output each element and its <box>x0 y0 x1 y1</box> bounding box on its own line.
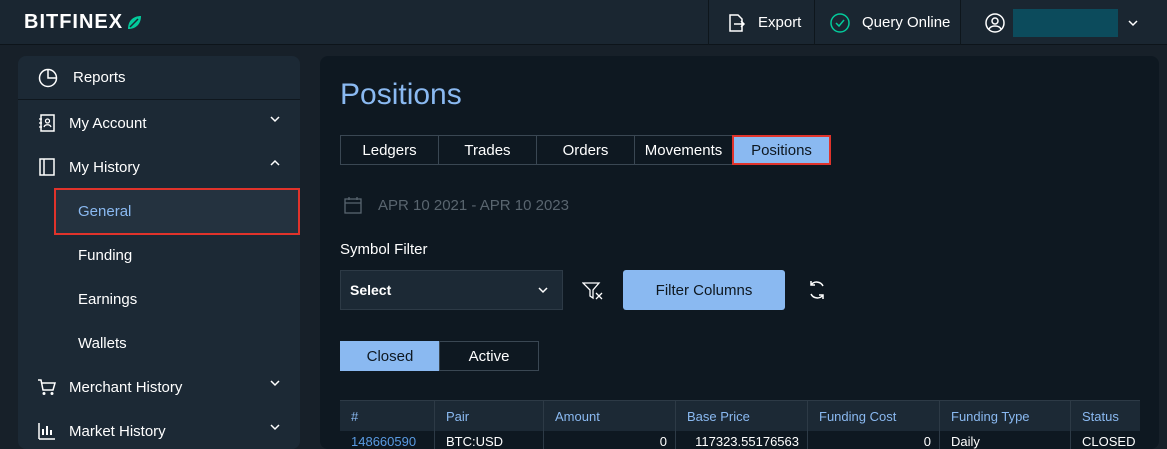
divider <box>960 0 961 45</box>
sidebar-item-label: My Account <box>69 114 147 132</box>
date-range-text: APR 10 2021 - APR 10 2023 <box>378 196 569 214</box>
column-header[interactable]: Pair <box>435 401 544 431</box>
pie-chart-icon <box>38 68 58 88</box>
report-tabs: Ledgers Trades Orders Movements Position… <box>340 135 831 165</box>
positions-table: # Pair Amount Base Price Funding Cost Fu… <box>340 400 1140 449</box>
table-cell: 0 <box>808 431 940 449</box>
sidebar-subitem-wallets[interactable]: Wallets <box>54 321 300 365</box>
top-bar: BITFINEX Export Query Online <box>0 0 1167 45</box>
table-cell: CLOSED <box>1082 433 1136 449</box>
highlight-box <box>54 188 300 235</box>
sidebar-subitem-funding[interactable]: Funding <box>54 233 300 277</box>
position-id-link[interactable]: 148660590 <box>340 431 435 449</box>
closed-active-toggle: Closed Active <box>340 341 539 371</box>
sidebar-subitem-earnings[interactable]: Earnings <box>54 277 300 321</box>
query-online-button[interactable]: Query Online <box>829 0 950 45</box>
symbol-select-value: Select <box>350 282 392 298</box>
column-header[interactable]: Funding Type <box>940 401 1071 431</box>
sidebar-subitem-label: Wallets <box>78 334 127 352</box>
export-icon <box>729 13 746 32</box>
sidebar-item-reports[interactable]: Reports <box>18 56 300 100</box>
table-cell: 117323.55176563 <box>676 431 808 449</box>
refresh-icon[interactable] <box>807 279 827 301</box>
date-range-picker[interactable]: APR 10 2021 - APR 10 2023 <box>344 196 569 214</box>
leaf-icon <box>128 15 142 29</box>
tab-positions[interactable]: Positions <box>732 135 831 165</box>
sidebar-subitem-label: Funding <box>78 246 133 264</box>
export-button[interactable]: Export <box>726 0 801 45</box>
sidebar-item-label: Reports <box>73 69 126 86</box>
sidebar-item-my-account[interactable]: My Account <box>18 101 300 145</box>
table-header: # Pair Amount Base Price Funding Cost Fu… <box>340 400 1140 431</box>
query-online-label: Query Online <box>862 14 951 31</box>
toggle-active[interactable]: Active <box>439 341 539 371</box>
clear-filter-icon[interactable] <box>582 281 604 301</box>
logo[interactable]: BITFINEX <box>24 11 143 34</box>
chevron-down-icon <box>270 116 280 123</box>
table-cell: BTC:USD <box>435 431 544 449</box>
logo-text: BITFINEX <box>24 11 124 33</box>
symbol-select[interactable]: Select <box>340 270 563 310</box>
history-icon <box>39 158 55 176</box>
cart-icon <box>38 379 56 395</box>
column-header[interactable]: # <box>340 401 435 431</box>
sidebar-item-my-history[interactable]: My History <box>18 145 300 189</box>
user-name-box[interactable] <box>1013 9 1118 37</box>
sidebar-item-merchant-history[interactable]: Merchant History <box>18 365 300 409</box>
table-row: 148660590 BTC:USD 0 117323.55176563 0 Da… <box>340 431 1140 449</box>
divider <box>814 0 815 45</box>
account-icon <box>39 114 55 132</box>
column-header[interactable]: Funding Cost <box>808 401 940 431</box>
filter-columns-button[interactable]: Filter Columns <box>623 270 785 310</box>
user-menu-chevron[interactable] <box>1128 0 1138 45</box>
page-title: Positions <box>340 78 462 111</box>
sidebar-item-label: Market History <box>69 422 166 440</box>
main-panel: Positions Ledgers Trades Orders Movement… <box>320 56 1159 449</box>
tab-orders[interactable]: Orders <box>536 135 635 165</box>
sidebar-item-label: My History <box>69 158 140 176</box>
tab-movements[interactable]: Movements <box>634 135 733 165</box>
chevron-down-icon <box>270 380 280 387</box>
column-header[interactable]: Amount <box>544 401 676 431</box>
user-icon <box>985 12 1005 33</box>
chevron-down-icon <box>270 424 280 431</box>
divider <box>708 0 709 45</box>
sidebar-item-label: Merchant History <box>69 378 183 396</box>
export-label: Export <box>758 14 802 31</box>
check-circle-icon <box>830 12 850 33</box>
table-cell: Daily <box>940 431 1071 449</box>
user-menu[interactable] <box>984 0 1006 45</box>
chevron-up-icon <box>270 159 280 166</box>
chevron-down-icon <box>1128 19 1138 26</box>
column-header[interactable]: Base Price <box>676 401 808 431</box>
sidebar: Reports My Account My History General Fu… <box>18 56 300 449</box>
tab-ledgers[interactable]: Ledgers <box>340 135 439 165</box>
sidebar-item-market-history[interactable]: Market History <box>18 409 300 449</box>
table-cell: 0 <box>544 431 676 449</box>
chart-icon <box>38 423 55 440</box>
column-header[interactable]: Status <box>1071 401 1140 431</box>
tab-trades[interactable]: Trades <box>438 135 537 165</box>
symbol-filter-label: Symbol Filter <box>340 241 428 258</box>
toggle-closed[interactable]: Closed <box>340 341 440 371</box>
sidebar-subitem-label: Earnings <box>78 290 138 308</box>
calendar-icon <box>344 197 362 214</box>
chevron-down-icon <box>538 287 548 294</box>
